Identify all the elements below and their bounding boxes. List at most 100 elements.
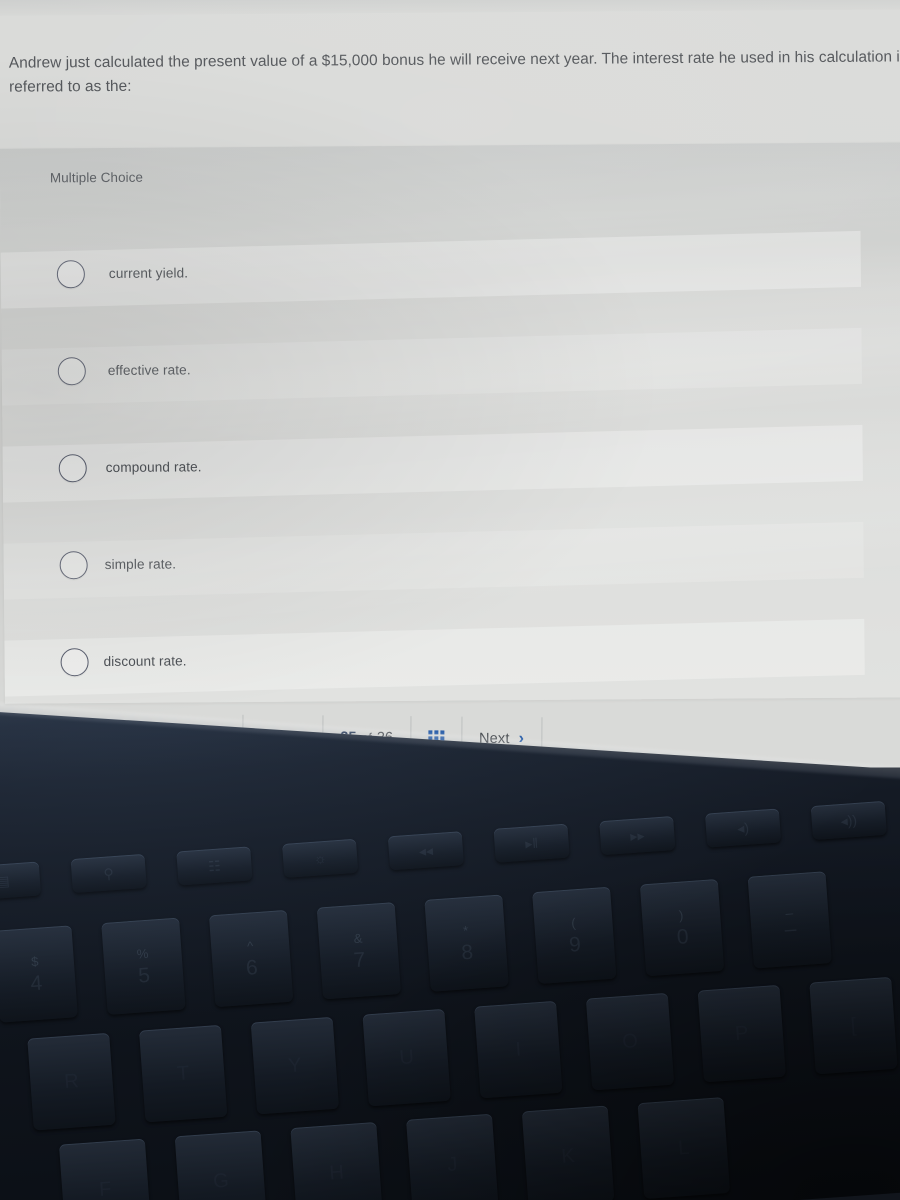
keyboard-key[interactable]: ◂◂ [387, 831, 465, 871]
radio-button[interactable] [57, 260, 85, 288]
key-primary-glyph: R [63, 1070, 80, 1094]
radio-button[interactable] [60, 648, 88, 676]
keyboard-key[interactable]: ☼ [282, 838, 359, 878]
keyboard-key[interactable]: Y [250, 1016, 340, 1115]
prev-label: Prev [274, 728, 306, 746]
key-primary-glyph: [ [849, 1014, 858, 1037]
prev-button[interactable]: ‹ Prev [242, 715, 322, 760]
key-secondary-glyph: % [136, 945, 149, 962]
option-label: current yield. [108, 265, 189, 281]
answer-option[interactable]: simple rate. [3, 511, 900, 612]
key-primary-glyph: I [514, 1038, 522, 1061]
keyboard-key[interactable]: I [474, 1000, 563, 1099]
key-primary-glyph: H [328, 1161, 345, 1185]
keyboard-key[interactable]: U [362, 1008, 451, 1107]
key-secondary-glyph: _ [784, 899, 793, 915]
radio-button[interactable] [58, 357, 86, 385]
key-primary-glyph: ☼ [313, 849, 328, 867]
key-primary-glyph: ◂)) [840, 811, 858, 829]
photo-of-laptop-screen: ▤ ⚲ ☷ ☼ ◂◂ ▸‖ ▸▸ ◂) ◂)) $4% 5 ^ 6 & 7 * 8(9) 0 _ – RTYUIOP… [0, 0, 900, 1200]
total-page-number: 36 [376, 729, 394, 747]
keyboard-key[interactable]: O [585, 992, 675, 1091]
key-primary-glyph: J [446, 1153, 459, 1176]
keyboard-key[interactable]: J [406, 1113, 499, 1200]
keyboard-key[interactable]: T [139, 1024, 228, 1123]
key-primary-glyph: T [176, 1062, 191, 1086]
key-primary-glyph: – [783, 916, 798, 941]
keyboard-key[interactable]: G [174, 1130, 268, 1200]
chevron-left-icon: ‹ [260, 727, 266, 745]
browser-chrome [0, 0, 900, 16]
keyboard-key[interactable]: ▤ [0, 861, 42, 901]
keyboard-key[interactable]: ) 0 [639, 878, 725, 977]
keyboard-key[interactable]: ▸‖ [493, 823, 570, 863]
keyboard-key[interactable]: P [697, 984, 786, 1083]
radio-button[interactable] [59, 454, 87, 482]
key-primary-glyph: ☷ [207, 857, 222, 875]
key-primary-glyph: F [98, 1178, 113, 1200]
key-primary-glyph: L [677, 1136, 691, 1160]
keyboard-key[interactable]: [ [809, 976, 898, 1075]
key-primary-glyph: P [734, 1022, 750, 1046]
keyboard-key[interactable]: ^ 6 [208, 909, 294, 1008]
keyboard-key[interactable]: ◂) [704, 808, 782, 848]
key-secondary-glyph: ^ [246, 937, 254, 954]
key-primary-glyph: K [560, 1144, 576, 1168]
key-primary-glyph: O [621, 1030, 639, 1054]
keyboard-key[interactable]: ◂)) [810, 800, 887, 841]
key-primary-glyph: U [398, 1046, 415, 1070]
question-navigation: ‹ Prev 25 of 36 Next › [242, 715, 542, 762]
keyboard-key[interactable]: R [27, 1032, 116, 1131]
key-secondary-glyph: ) [678, 907, 684, 923]
key-primary-glyph: 7 [352, 947, 367, 972]
keyboard-key[interactable]: H [290, 1121, 384, 1200]
keyboard-key[interactable]: ⚲ [70, 853, 147, 894]
key-primary-glyph: G [212, 1169, 230, 1193]
key-primary-glyph: ▸‖ [524, 834, 539, 852]
key-secondary-glyph: $ [30, 953, 39, 969]
key-primary-glyph: ▸▸ [629, 827, 645, 845]
keyboard-key[interactable]: _ – [747, 871, 832, 969]
laptop-screen: Help Save & Exit Subm Andrew just calcul… [0, 0, 900, 774]
current-page-number: 25 [340, 729, 357, 746]
option-label: effective rate. [107, 362, 191, 378]
answer-option[interactable]: discount rate. [4, 608, 900, 709]
option-label: simple rate. [104, 556, 177, 573]
page-indicator: 25 of 36 [322, 715, 410, 760]
chevron-right-icon: › [518, 730, 525, 748]
keyboard-key[interactable]: ☷ [176, 846, 253, 886]
answer-option[interactable]: compound rate. [2, 414, 900, 515]
keyboard-key[interactable]: L [637, 1097, 731, 1200]
next-button[interactable]: Next › [461, 717, 542, 762]
question-text: Andrew just calculated the present value… [8, 48, 900, 96]
radio-button[interactable] [60, 551, 88, 579]
keyboard-key[interactable]: $4 [0, 925, 78, 1023]
option-label: discount rate. [103, 653, 187, 670]
answer-option[interactable]: effective rate. [1, 317, 900, 418]
key-primary-glyph: ◂) [736, 819, 750, 837]
keyboard-key[interactable]: K [521, 1105, 615, 1200]
quiz-page: Help Save & Exit Subm Andrew just calcul… [0, 0, 900, 774]
key-secondary-glyph: ( [570, 914, 577, 931]
option-label: compound rate. [105, 459, 202, 475]
key-secondary-glyph: * [462, 922, 469, 938]
key-secondary-glyph: & [353, 930, 363, 946]
page-of-label: of [361, 730, 372, 745]
keyboard-key[interactable]: % 5 [101, 917, 186, 1015]
question-grid-button[interactable] [410, 716, 461, 760]
question-type-label: Multiple Choice [49, 169, 144, 186]
keyboard-key[interactable]: & 7 [316, 902, 402, 1000]
keyboard-key[interactable]: F [58, 1138, 152, 1200]
answer-option[interactable]: current yield. [0, 220, 900, 321]
key-primary-glyph: 6 [245, 955, 259, 980]
keyboard-key[interactable]: (9 [532, 886, 617, 985]
key-primary-glyph: ◂◂ [418, 842, 434, 860]
key-primary-glyph: ▤ [0, 872, 11, 890]
grid-3x3-icon [428, 730, 444, 746]
key-primary-glyph: 0 [676, 924, 690, 949]
keyboard-key[interactable]: * 8 [424, 894, 509, 992]
keyboard-key[interactable]: ▸▸ [599, 815, 676, 856]
key-primary-glyph: 9 [568, 932, 582, 957]
key-primary-glyph: ⚲ [102, 865, 115, 882]
key-primary-glyph: 4 [29, 971, 43, 995]
